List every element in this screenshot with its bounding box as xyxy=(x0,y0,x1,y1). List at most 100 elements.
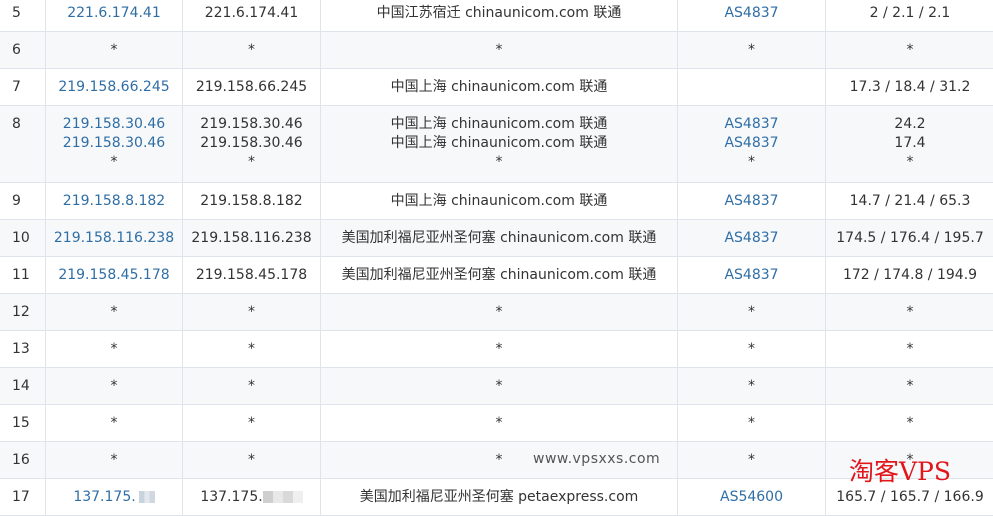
location: 中国上海 chinaunicom.com 联通 xyxy=(325,134,673,153)
latency: * xyxy=(826,405,993,442)
asn-link[interactable]: AS4837 xyxy=(678,220,826,257)
table-row: 15 * * * * * xyxy=(0,405,993,442)
asn-link[interactable]: AS54600 xyxy=(678,479,826,516)
asn-link[interactable]: AS4837 xyxy=(682,115,821,134)
hostname: * xyxy=(183,442,321,479)
hostname-cell: 137.175. xyxy=(183,479,321,516)
hostname: 219.158.30.46 xyxy=(187,115,316,134)
hostname: 219.158.8.182 xyxy=(183,183,321,220)
latency: 24.2 xyxy=(830,115,990,134)
table-row: 16 * * * * * xyxy=(0,442,993,479)
ip-cell: 137.175. xyxy=(46,479,183,516)
hop-number: 11 xyxy=(0,257,46,294)
asn-link[interactable]: AS4837 xyxy=(678,257,826,294)
hostname: * xyxy=(183,368,321,405)
hostname: * xyxy=(187,153,316,172)
ip-link-list: 219.158.30.46 219.158.30.46 * xyxy=(46,106,183,183)
location: 美国加利福尼亚州圣何塞 chinaunicom.com 联通 xyxy=(321,257,678,294)
hostname: 221.6.174.41 xyxy=(183,0,321,32)
latency-list: 24.2 17.4 * xyxy=(826,106,993,183)
ip-link: * xyxy=(46,442,183,479)
table-row: 17 137.175. 137.175. 美国加利福尼亚州圣何塞 petaexp… xyxy=(0,479,993,516)
hop-number: 8 xyxy=(0,106,46,183)
hostname: * xyxy=(183,294,321,331)
table-row: 6 * * * * * xyxy=(0,32,993,69)
location: 美国加利福尼亚州圣何塞 petaexpress.com xyxy=(321,479,678,516)
location: * xyxy=(321,368,678,405)
location: 中国上海 chinaunicom.com 联通 xyxy=(321,183,678,220)
ip-link: * xyxy=(46,32,183,69)
location-list: 中国上海 chinaunicom.com 联通 中国上海 chinaunicom… xyxy=(321,106,678,183)
hop-number: 14 xyxy=(0,368,46,405)
latency: 17.3 / 18.4 / 31.2 xyxy=(826,69,993,106)
asn-link[interactable]: AS4837 xyxy=(678,183,826,220)
ip-link[interactable]: 219.158.8.182 xyxy=(46,183,183,220)
hostname-list: 219.158.30.46 219.158.30.46 * xyxy=(183,106,321,183)
hop-number: 12 xyxy=(0,294,46,331)
ip-link: * xyxy=(46,331,183,368)
hop-number: 16 xyxy=(0,442,46,479)
hostname: 219.158.30.46 xyxy=(187,134,316,153)
location: 中国上海 chinaunicom.com 联通 xyxy=(325,115,673,134)
location: * xyxy=(321,294,678,331)
table-row: 10 219.158.116.238 219.158.116.238 美国加利福… xyxy=(0,220,993,257)
redacted-mark xyxy=(263,491,303,503)
hop-number: 17 xyxy=(0,479,46,516)
ip-link[interactable]: 221.6.174.41 xyxy=(46,0,183,32)
ip-link[interactable]: 219.158.30.46 xyxy=(50,115,178,134)
redacted-mark xyxy=(139,491,155,503)
latency: * xyxy=(826,32,993,69)
location: * xyxy=(321,32,678,69)
latency: 174.5 / 176.4 / 195.7 xyxy=(826,220,993,257)
asn-link: * xyxy=(678,294,826,331)
ip-link[interactable]: 219.158.66.245 xyxy=(46,69,183,106)
ip-link: * xyxy=(46,405,183,442)
hostname: * xyxy=(183,405,321,442)
table-row: 8 219.158.30.46 219.158.30.46 * 219.158.… xyxy=(0,106,993,183)
asn-link: * xyxy=(678,331,826,368)
brand-logo: 淘客VPS xyxy=(849,458,951,486)
latency: 2 / 2.1 / 2.1 xyxy=(826,0,993,32)
asn-link[interactable]: AS4837 xyxy=(682,134,821,153)
hop-number: 6 xyxy=(0,32,46,69)
latency: * xyxy=(826,294,993,331)
location: 中国上海 chinaunicom.com 联通 xyxy=(321,69,678,106)
latency: * xyxy=(830,153,990,172)
hostname: 219.158.45.178 xyxy=(183,257,321,294)
hop-number: 13 xyxy=(0,331,46,368)
hostname: * xyxy=(183,331,321,368)
location: 美国加利福尼亚州圣何塞 chinaunicom.com 联通 xyxy=(321,220,678,257)
hostname: 219.158.116.238 xyxy=(183,220,321,257)
table-row: 11 219.158.45.178 219.158.45.178 美国加利福尼亚… xyxy=(0,257,993,294)
latency: 17.4 xyxy=(830,134,990,153)
table-row: 9 219.158.8.182 219.158.8.182 中国上海 china… xyxy=(0,183,993,220)
location: 中国江苏宿迁 chinaunicom.com 联通 xyxy=(321,0,678,32)
asn-link: * xyxy=(678,405,826,442)
watermark-text: www.vpsxxs.com xyxy=(533,451,660,467)
hostname: 219.158.66.245 xyxy=(183,69,321,106)
hop-number: 7 xyxy=(0,69,46,106)
traceroute-table: 5 221.6.174.41 221.6.174.41 中国江苏宿迁 china… xyxy=(0,0,993,516)
table-row: 14 * * * * * xyxy=(0,368,993,405)
asn-link[interactable]: AS4837 xyxy=(678,0,826,32)
asn-link[interactable] xyxy=(678,69,826,106)
ip-link[interactable]: 219.158.30.46 xyxy=(50,134,178,153)
ip-link[interactable]: 137.175. xyxy=(73,489,135,505)
hostname: 137.175. xyxy=(200,489,262,505)
latency: * xyxy=(826,368,993,405)
table-row: 13 * * * * * xyxy=(0,331,993,368)
asn-text: * xyxy=(682,153,821,172)
location: * xyxy=(321,331,678,368)
hop-number: 10 xyxy=(0,220,46,257)
ip-link: * xyxy=(46,294,183,331)
ip-link[interactable]: 219.158.116.238 xyxy=(46,220,183,257)
ip-text: * xyxy=(50,153,178,172)
ip-link[interactable]: 219.158.45.178 xyxy=(46,257,183,294)
hostname: * xyxy=(183,32,321,69)
latency: 172 / 174.8 / 194.9 xyxy=(826,257,993,294)
table-row: 12 * * * * * xyxy=(0,294,993,331)
hop-number: 15 xyxy=(0,405,46,442)
latency: * xyxy=(826,331,993,368)
table-row: 7 219.158.66.245 219.158.66.245 中国上海 chi… xyxy=(0,69,993,106)
location: * xyxy=(321,405,678,442)
